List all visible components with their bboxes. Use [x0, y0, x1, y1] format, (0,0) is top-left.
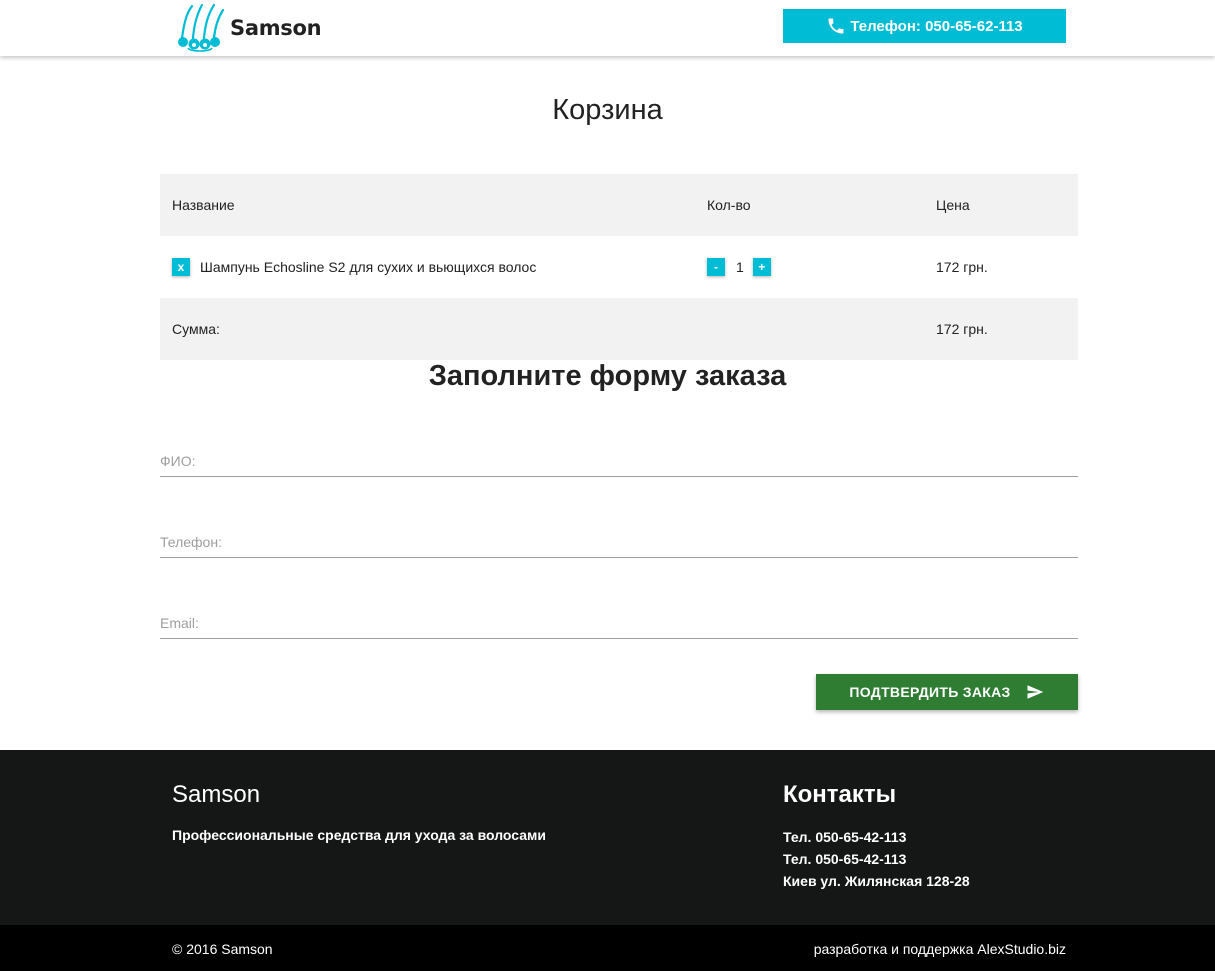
total-value: 172 грн.: [936, 321, 988, 337]
order-form-title: Заполните форму заказа: [428, 360, 787, 392]
footer-contacts: Тел. 050-65-42-113 Тел. 050-65-42-113 Ки…: [783, 826, 970, 892]
confirm-order-button[interactable]: Подтвердить заказ: [816, 674, 1078, 710]
brand-name: Samson: [230, 16, 322, 40]
remove-item-button[interactable]: x: [172, 258, 190, 276]
logo[interactable]: Samson: [174, 2, 322, 54]
phone-button[interactable]: Телефон: 050-65-62-113: [783, 9, 1066, 43]
fio-input[interactable]: [160, 437, 1078, 476]
quantity-stepper: - 1 +: [707, 236, 771, 298]
email-field: [160, 599, 1078, 639]
footer-contacts-title: Контакты: [783, 781, 897, 808]
qty-value: 1: [736, 259, 744, 275]
cart-total-row: Сумма: 172 грн.: [160, 298, 1078, 360]
footer-brand: Samson: [172, 781, 261, 808]
confirm-order-label: Подтвердить заказ: [849, 684, 1011, 700]
site-footer: Samson Профессиональные средства для ухо…: [0, 750, 1215, 925]
phone-label: Телефон: 050-65-62-113: [850, 17, 1023, 35]
cart-table: Название Кол-во Цена x Шампунь Echosline…: [160, 174, 1078, 360]
fio-field: [160, 437, 1078, 477]
email-input[interactable]: [160, 599, 1078, 638]
sub-footer: © 2016 Samson разработка и поддержка Ale…: [0, 925, 1215, 971]
copyright: © 2016 Samson: [172, 941, 273, 957]
column-header-name: Название: [172, 197, 235, 213]
footer-contact-phone-1: Тел. 050-65-42-113: [783, 829, 907, 845]
cart-item-row: x Шампунь Echosline S2 для сухих и вьющи…: [160, 236, 1078, 298]
logo-hair-follicle-icon: [178, 3, 225, 52]
total-label: Сумма:: [172, 321, 220, 337]
site-header: Samson Телефон: 050-65-62-113: [0, 0, 1215, 56]
cart-item-name-cell: x Шампунь Echosline S2 для сухих и вьющи…: [172, 236, 536, 298]
cart-header-row: Название Кол-во Цена: [160, 174, 1078, 236]
footer-contact-phone-2: Тел. 050-65-42-113: [783, 851, 907, 867]
column-header-price: Цена: [936, 197, 970, 213]
developer-credits-link[interactable]: разработка и поддержка AlexStudio.biz: [814, 941, 1066, 957]
phone-icon: [828, 18, 844, 34]
cart-title: Корзина: [552, 94, 663, 126]
phone-input[interactable]: [160, 518, 1078, 557]
footer-description: Профессиональные средства для ухода за в…: [172, 827, 546, 843]
column-header-qty: Кол-во: [707, 197, 751, 213]
footer-contact-address: Киев ул. Жилянская 128-28: [783, 873, 970, 889]
qty-decrease-button[interactable]: -: [707, 258, 725, 276]
qty-increase-button[interactable]: +: [752, 258, 771, 276]
send-icon: [1027, 685, 1043, 699]
phone-field: [160, 518, 1078, 558]
cart-item-name: Шампунь Echosline S2 для сухих и вьющихс…: [200, 259, 537, 275]
cart-item-price: 172 грн.: [936, 259, 988, 275]
